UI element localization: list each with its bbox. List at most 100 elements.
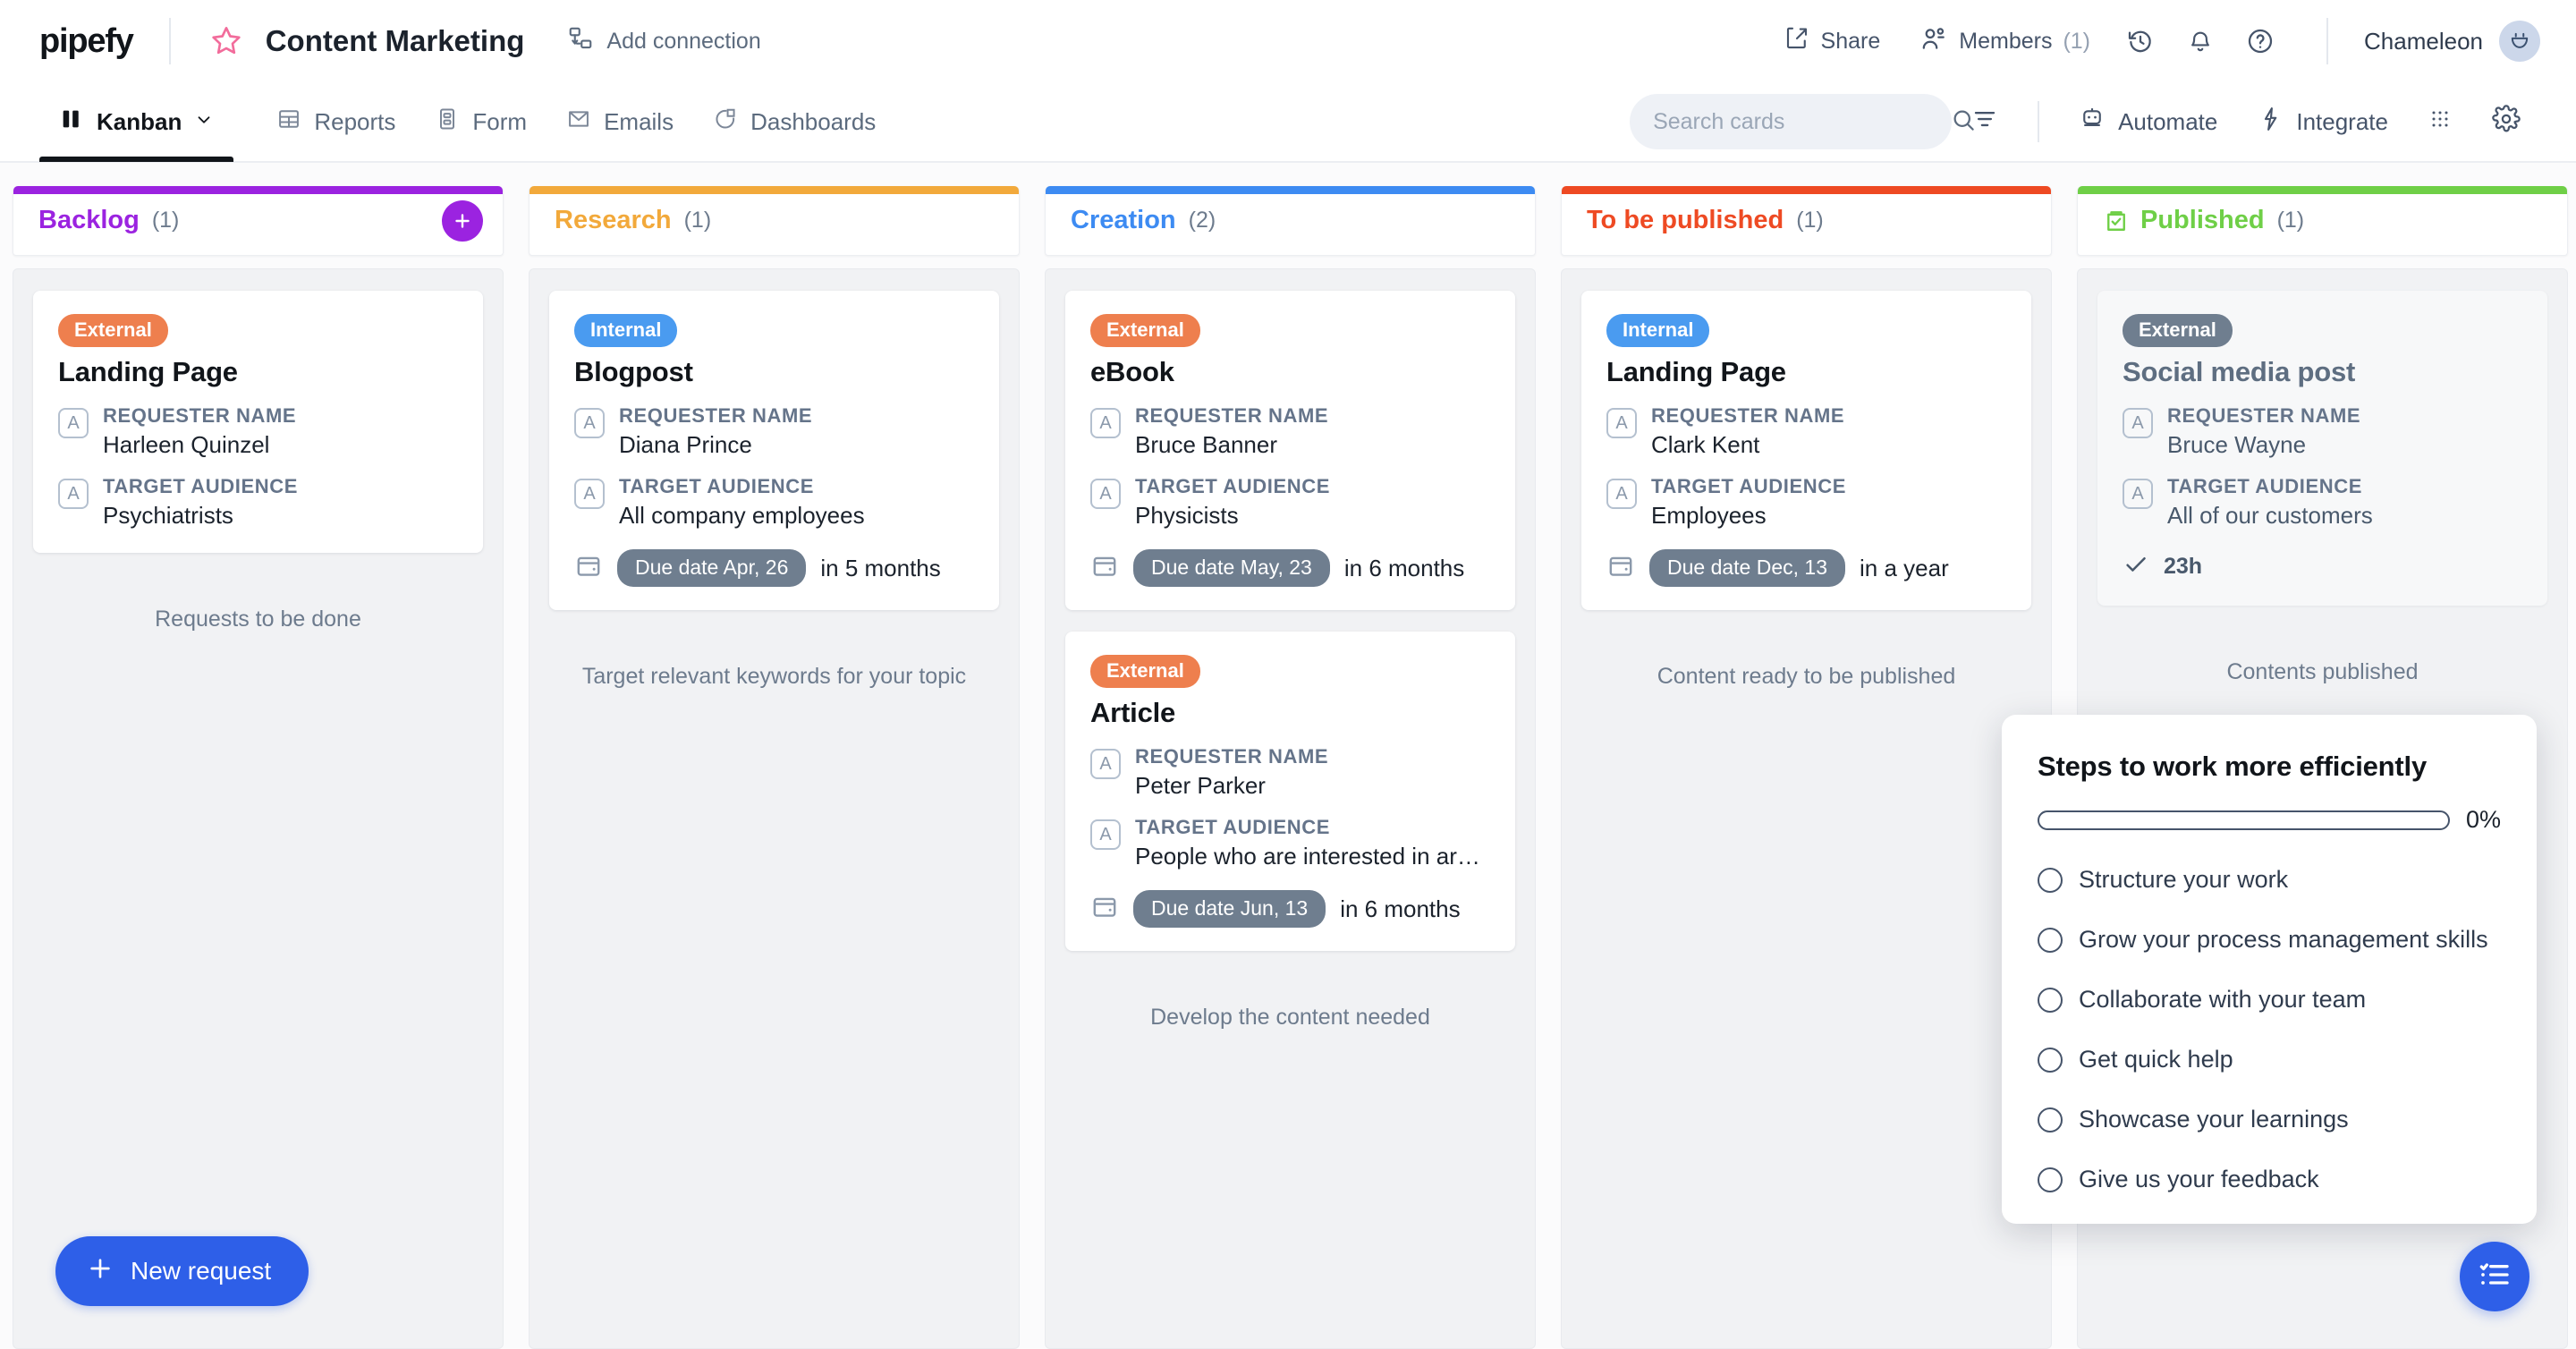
onboarding-step[interactable]: Grow your process management skills (2038, 926, 2501, 954)
card-field-value: Clark Kent (1651, 431, 1760, 459)
pipefy-logo[interactable]: pipefy (39, 22, 134, 61)
column-header[interactable]: Research (1) (529, 186, 1020, 256)
column-name: Creation (1071, 206, 1176, 234)
add-connection-button[interactable]: Add connection (567, 25, 761, 58)
card-field-label: REQUESTER NAME (1135, 404, 1329, 428)
step-checkbox-icon[interactable] (2038, 987, 2063, 1013)
notifications-bell-button[interactable] (2171, 28, 2230, 55)
card-field: A TARGET AUDIENCE All of our customers (2123, 475, 2522, 530)
column-accent-bar (1046, 186, 1535, 194)
step-checkbox-icon[interactable] (2038, 1047, 2063, 1073)
settings-button[interactable] (2472, 104, 2540, 140)
automate-label: Automate (2118, 107, 2218, 135)
column-accent-bar (530, 186, 1019, 194)
kanban-card[interactable]: Internal Landing Page A REQUESTER NAME Clark… (1581, 291, 2031, 611)
card-title: eBook (1090, 356, 1174, 388)
avatar[interactable] (2499, 21, 2540, 62)
short-text-field-icon: A (1090, 749, 1121, 780)
chevron-down-icon[interactable] (194, 108, 214, 136)
onboarding-step-label: Give us your feedback (2079, 1166, 2319, 1192)
tab-form-label: Form (472, 107, 528, 135)
card-field-value: People who are interested in arach... (1135, 843, 1490, 870)
card-type-badge: External (2123, 314, 2233, 348)
due-date-pill: Due date Jun, 13 (1133, 890, 1326, 929)
help-button[interactable] (2230, 27, 2291, 55)
step-checkbox-icon[interactable] (2038, 867, 2063, 893)
card-field-label: REQUESTER NAME (2167, 404, 2361, 428)
integrate-button[interactable]: Integrate (2237, 106, 2408, 139)
column-header[interactable]: Backlog (1) (13, 186, 504, 256)
kanban-card[interactable]: External eBook A REQUESTER NAME Bruce Banner… (1065, 291, 1515, 611)
apps-grid-button[interactable] (2408, 106, 2472, 138)
tab-form[interactable]: Form (415, 81, 547, 162)
progress-bar (2038, 810, 2450, 830)
card-type-badge: Internal (1606, 314, 1710, 348)
members-button[interactable]: Members (1) (1900, 24, 2110, 59)
onboarding-step[interactable]: Collaborate with your team (2038, 986, 2501, 1014)
tab-emails[interactable]: Emails (547, 81, 693, 162)
onboarding-step[interactable]: Give us your feedback (2038, 1166, 2501, 1193)
automate-button[interactable]: Automate (2059, 106, 2237, 139)
members-label: Members (1959, 28, 2053, 54)
kanban-card[interactable]: External Landing Page A REQUESTER NAME Harle… (33, 291, 483, 554)
calendar-icon (574, 552, 603, 585)
step-checkbox-icon[interactable] (2038, 927, 2063, 953)
checklist-fab-button[interactable] (2460, 1242, 2529, 1311)
column-card-count: (2) (1188, 208, 1216, 233)
page-title: Content Marketing (265, 24, 525, 57)
user-name-label[interactable]: Chameleon (2364, 28, 2483, 55)
card-field-label: TARGET AUDIENCE (103, 475, 298, 498)
history-button[interactable] (2110, 27, 2171, 55)
new-request-button[interactable]: New request (55, 1236, 309, 1306)
column-accent-bar (2078, 186, 2567, 194)
kanban-card[interactable]: Internal Blogpost A REQUESTER NAME Diana Pri… (549, 291, 999, 611)
card-field-label: REQUESTER NAME (619, 404, 813, 428)
due-date-relative: in 5 months (820, 554, 941, 581)
card-field-value: Employees (1651, 502, 1767, 530)
tab-kanban-label: Kanban (97, 107, 182, 135)
card-field-value: All company employees (619, 502, 865, 530)
onboarding-steps-list: Structure your work Grow your process man… (2038, 866, 2501, 1193)
step-checkbox-icon[interactable] (2038, 1107, 2063, 1133)
column-header[interactable]: To be published (1) (1561, 186, 2052, 256)
card-field-label: TARGET AUDIENCE (1651, 475, 1846, 498)
card-field-value: Diana Prince (619, 431, 752, 459)
column-card-count: (1) (2276, 208, 2305, 233)
favorite-star-icon[interactable] (207, 21, 246, 61)
filter-button[interactable] (1952, 106, 2018, 139)
calendar-icon (1606, 552, 1635, 585)
card-field: A REQUESTER NAME Peter Parker (1090, 745, 1490, 800)
plus-icon (86, 1254, 114, 1289)
short-text-field-icon: A (2123, 408, 2153, 439)
onboarding-title: Steps to work more efficiently (2038, 751, 2427, 782)
tab-kanban[interactable]: Kanban (39, 81, 234, 162)
card-type-badge: External (58, 314, 168, 348)
share-button[interactable]: Share (1764, 25, 1901, 58)
add-card-button[interactable] (442, 199, 483, 242)
onboarding-step[interactable]: Get quick help (2038, 1046, 2501, 1073)
card-title: Landing Page (1606, 356, 1786, 388)
column-header[interactable]: Published (1) (2077, 186, 2568, 256)
integrate-label: Integrate (2296, 107, 2388, 135)
column-body: Internal Landing Page A REQUESTER NAME Clark… (1561, 268, 2052, 1349)
column-name: Research (555, 206, 672, 234)
header-divider (168, 18, 171, 64)
search-cards-box[interactable] (1630, 94, 1974, 149)
board-column-creation: Creation (2) External eBook A REQUESTER NAME B… (1032, 186, 1548, 1349)
search-input[interactable] (1653, 108, 1942, 135)
automate-robot-icon (2079, 106, 2106, 139)
kanban-card[interactable]: External Social media post A REQUESTER NAME… (2097, 291, 2547, 607)
kanban-card[interactable]: External Article A REQUESTER NAME Peter Park… (1065, 632, 1515, 952)
tab-dashboards[interactable]: Dashboards (693, 81, 895, 162)
header-actions: Share Members (1) Chameleon (1764, 18, 2540, 64)
column-header[interactable]: Creation (2) (1045, 186, 1536, 256)
card-field-value: Harleen Quinzel (103, 431, 270, 459)
card-field-label: REQUESTER NAME (1651, 404, 1845, 428)
due-date-pill: Due date May, 23 (1133, 549, 1330, 588)
tab-reports[interactable]: Reports (257, 81, 415, 162)
onboarding-step[interactable]: Showcase your learnings (2038, 1106, 2501, 1133)
card-field: A REQUESTER NAME Clark Kent (1606, 404, 2006, 459)
onboarding-step[interactable]: Structure your work (2038, 866, 2501, 894)
step-checkbox-icon[interactable] (2038, 1167, 2063, 1192)
card-type-badge: Internal (574, 314, 678, 348)
